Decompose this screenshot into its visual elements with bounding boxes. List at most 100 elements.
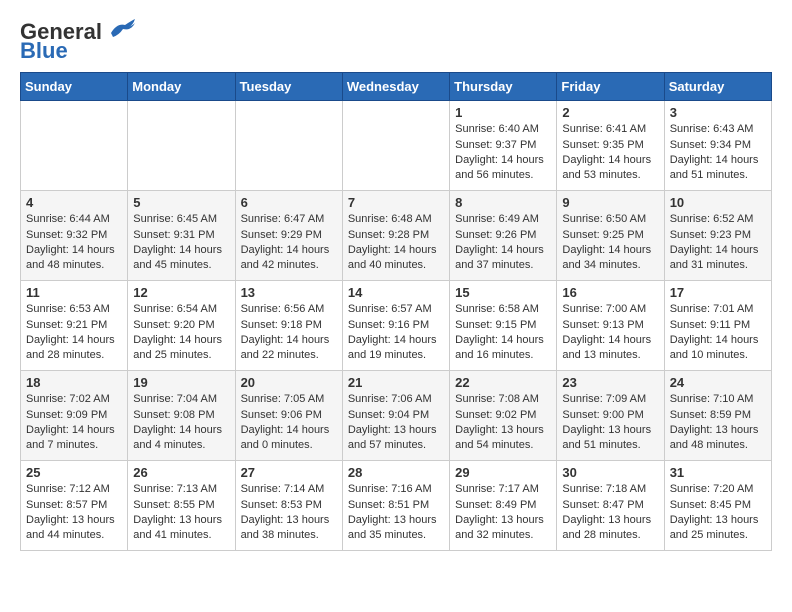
day-number: 22 <box>455 375 551 390</box>
calendar-cell: 25 Sunrise: 7:12 AMSunset: 8:57 PMDayligh… <box>21 461 128 551</box>
weekday-header-monday: Monday <box>128 73 235 101</box>
day-number: 25 <box>26 465 122 480</box>
day-number: 8 <box>455 195 551 210</box>
day-info: Sunrise: 6:47 AMSunset: 9:29 PMDaylight:… <box>241 212 337 274</box>
day-number: 30 <box>562 465 658 480</box>
calendar-week-3: 11 Sunrise: 6:53 AMSunset: 9:21 PMDayligh… <box>21 281 772 371</box>
calendar-cell: 2 Sunrise: 6:41 AMSunset: 9:35 PMDaylight… <box>557 101 664 191</box>
day-number: 9 <box>562 195 658 210</box>
day-number: 27 <box>241 465 337 480</box>
calendar-week-5: 25 Sunrise: 7:12 AMSunset: 8:57 PMDayligh… <box>21 461 772 551</box>
calendar-cell: 10 Sunrise: 6:52 AMSunset: 9:23 PMDayligh… <box>664 191 771 281</box>
day-info: Sunrise: 6:44 AMSunset: 9:32 PMDaylight:… <box>26 212 122 274</box>
day-number: 26 <box>133 465 229 480</box>
logo-bird-icon <box>105 15 137 41</box>
day-info: Sunrise: 6:54 AMSunset: 9:20 PMDaylight:… <box>133 302 229 364</box>
day-number: 12 <box>133 285 229 300</box>
day-number: 6 <box>241 195 337 210</box>
day-info: Sunrise: 7:00 AMSunset: 9:13 PMDaylight:… <box>562 302 658 364</box>
weekday-header-tuesday: Tuesday <box>235 73 342 101</box>
calendar-cell <box>235 101 342 191</box>
calendar-week-4: 18 Sunrise: 7:02 AMSunset: 9:09 PMDayligh… <box>21 371 772 461</box>
calendar-cell: 28 Sunrise: 7:16 AMSunset: 8:51 PMDayligh… <box>342 461 449 551</box>
day-info: Sunrise: 6:41 AMSunset: 9:35 PMDaylight:… <box>562 122 658 184</box>
day-info: Sunrise: 7:05 AMSunset: 9:06 PMDaylight:… <box>241 392 337 454</box>
day-number: 18 <box>26 375 122 390</box>
day-number: 24 <box>670 375 766 390</box>
weekday-header-sunday: Sunday <box>21 73 128 101</box>
calendar-cell: 22 Sunrise: 7:08 AMSunset: 9:02 PMDayligh… <box>450 371 557 461</box>
day-number: 21 <box>348 375 444 390</box>
day-info: Sunrise: 6:53 AMSunset: 9:21 PMDaylight:… <box>26 302 122 364</box>
day-number: 7 <box>348 195 444 210</box>
calendar-cell: 15 Sunrise: 6:58 AMSunset: 9:15 PMDayligh… <box>450 281 557 371</box>
day-info: Sunrise: 7:04 AMSunset: 9:08 PMDaylight:… <box>133 392 229 454</box>
day-number: 3 <box>670 105 766 120</box>
day-number: 1 <box>455 105 551 120</box>
weekday-header-row: SundayMondayTuesdayWednesdayThursdayFrid… <box>21 73 772 101</box>
calendar-cell: 7 Sunrise: 6:48 AMSunset: 9:28 PMDaylight… <box>342 191 449 281</box>
day-number: 19 <box>133 375 229 390</box>
day-number: 23 <box>562 375 658 390</box>
day-number: 16 <box>562 285 658 300</box>
calendar-table: SundayMondayTuesdayWednesdayThursdayFrid… <box>20 72 772 551</box>
calendar-cell: 16 Sunrise: 7:00 AMSunset: 9:13 PMDayligh… <box>557 281 664 371</box>
day-info: Sunrise: 7:02 AMSunset: 9:09 PMDaylight:… <box>26 392 122 454</box>
calendar-cell: 24 Sunrise: 7:10 AMSunset: 8:59 PMDayligh… <box>664 371 771 461</box>
calendar-cell: 11 Sunrise: 6:53 AMSunset: 9:21 PMDayligh… <box>21 281 128 371</box>
day-number: 2 <box>562 105 658 120</box>
day-number: 15 <box>455 285 551 300</box>
day-info: Sunrise: 7:10 AMSunset: 8:59 PMDaylight:… <box>670 392 766 454</box>
day-info: Sunrise: 7:08 AMSunset: 9:02 PMDaylight:… <box>455 392 551 454</box>
day-info: Sunrise: 7:17 AMSunset: 8:49 PMDaylight:… <box>455 482 551 544</box>
calendar-cell: 3 Sunrise: 6:43 AMSunset: 9:34 PMDaylight… <box>664 101 771 191</box>
day-info: Sunrise: 6:48 AMSunset: 9:28 PMDaylight:… <box>348 212 444 274</box>
day-info: Sunrise: 7:18 AMSunset: 8:47 PMDaylight:… <box>562 482 658 544</box>
day-info: Sunrise: 6:43 AMSunset: 9:34 PMDaylight:… <box>670 122 766 184</box>
day-info: Sunrise: 6:40 AMSunset: 9:37 PMDaylight:… <box>455 122 551 184</box>
calendar-cell <box>21 101 128 191</box>
calendar-cell: 27 Sunrise: 7:14 AMSunset: 8:53 PMDayligh… <box>235 461 342 551</box>
day-number: 10 <box>670 195 766 210</box>
calendar-cell: 20Sunrise: 7:05 AMSunset: 9:06 PMDayligh… <box>235 371 342 461</box>
calendar-cell: 6 Sunrise: 6:47 AMSunset: 9:29 PMDaylight… <box>235 191 342 281</box>
calendar-cell: 13 Sunrise: 6:56 AMSunset: 9:18 PMDayligh… <box>235 281 342 371</box>
day-number: 4 <box>26 195 122 210</box>
calendar-cell: 12 Sunrise: 6:54 AMSunset: 9:20 PMDayligh… <box>128 281 235 371</box>
calendar-cell: 26 Sunrise: 7:13 AMSunset: 8:55 PMDayligh… <box>128 461 235 551</box>
weekday-header-thursday: Thursday <box>450 73 557 101</box>
day-info: Sunrise: 6:50 AMSunset: 9:25 PMDaylight:… <box>562 212 658 274</box>
day-info: Sunrise: 6:58 AMSunset: 9:15 PMDaylight:… <box>455 302 551 364</box>
calendar-week-1: 1 Sunrise: 6:40 AMSunset: 9:37 PMDaylight… <box>21 101 772 191</box>
calendar-cell: 18 Sunrise: 7:02 AMSunset: 9:09 PMDayligh… <box>21 371 128 461</box>
day-number: 5 <box>133 195 229 210</box>
day-info: Sunrise: 7:13 AMSunset: 8:55 PMDaylight:… <box>133 482 229 544</box>
day-number: 31 <box>670 465 766 480</box>
calendar-cell: 5 Sunrise: 6:45 AMSunset: 9:31 PMDaylight… <box>128 191 235 281</box>
calendar-cell: 17Sunrise: 7:01 AMSunset: 9:11 PMDayligh… <box>664 281 771 371</box>
day-info: Sunrise: 7:12 AMSunset: 8:57 PMDaylight:… <box>26 482 122 544</box>
day-info: Sunrise: 7:14 AMSunset: 8:53 PMDaylight:… <box>241 482 337 544</box>
calendar-week-2: 4 Sunrise: 6:44 AMSunset: 9:32 PMDaylight… <box>21 191 772 281</box>
day-info: Sunrise: 6:56 AMSunset: 9:18 PMDaylight:… <box>241 302 337 364</box>
day-number: 11 <box>26 285 122 300</box>
day-info: Sunrise: 7:16 AMSunset: 8:51 PMDaylight:… <box>348 482 444 544</box>
page-header: General Blue <box>20 20 772 62</box>
day-info: Sunrise: 6:52 AMSunset: 9:23 PMDaylight:… <box>670 212 766 274</box>
calendar-cell: 23 Sunrise: 7:09 AMSunset: 9:00 PMDayligh… <box>557 371 664 461</box>
day-number: 13 <box>241 285 337 300</box>
day-number: 14 <box>348 285 444 300</box>
day-number: 28 <box>348 465 444 480</box>
day-info: Sunrise: 7:09 AMSunset: 9:00 PMDaylight:… <box>562 392 658 454</box>
calendar-cell <box>342 101 449 191</box>
calendar-cell: 19 Sunrise: 7:04 AMSunset: 9:08 PMDayligh… <box>128 371 235 461</box>
day-info: Sunrise: 7:01 AMSunset: 9:11 PMDaylight:… <box>670 302 766 364</box>
day-info: Sunrise: 6:45 AMSunset: 9:31 PMDaylight:… <box>133 212 229 274</box>
calendar-cell: 21Sunrise: 7:06 AMSunset: 9:04 PMDayligh… <box>342 371 449 461</box>
logo: General Blue <box>20 20 137 62</box>
day-info: Sunrise: 6:57 AMSunset: 9:16 PMDaylight:… <box>348 302 444 364</box>
calendar-cell: 1 Sunrise: 6:40 AMSunset: 9:37 PMDaylight… <box>450 101 557 191</box>
day-info: Sunrise: 7:20 AMSunset: 8:45 PMDaylight:… <box>670 482 766 544</box>
calendar-cell: 31 Sunrise: 7:20 AMSunset: 8:45 PMDayligh… <box>664 461 771 551</box>
weekday-header-friday: Friday <box>557 73 664 101</box>
